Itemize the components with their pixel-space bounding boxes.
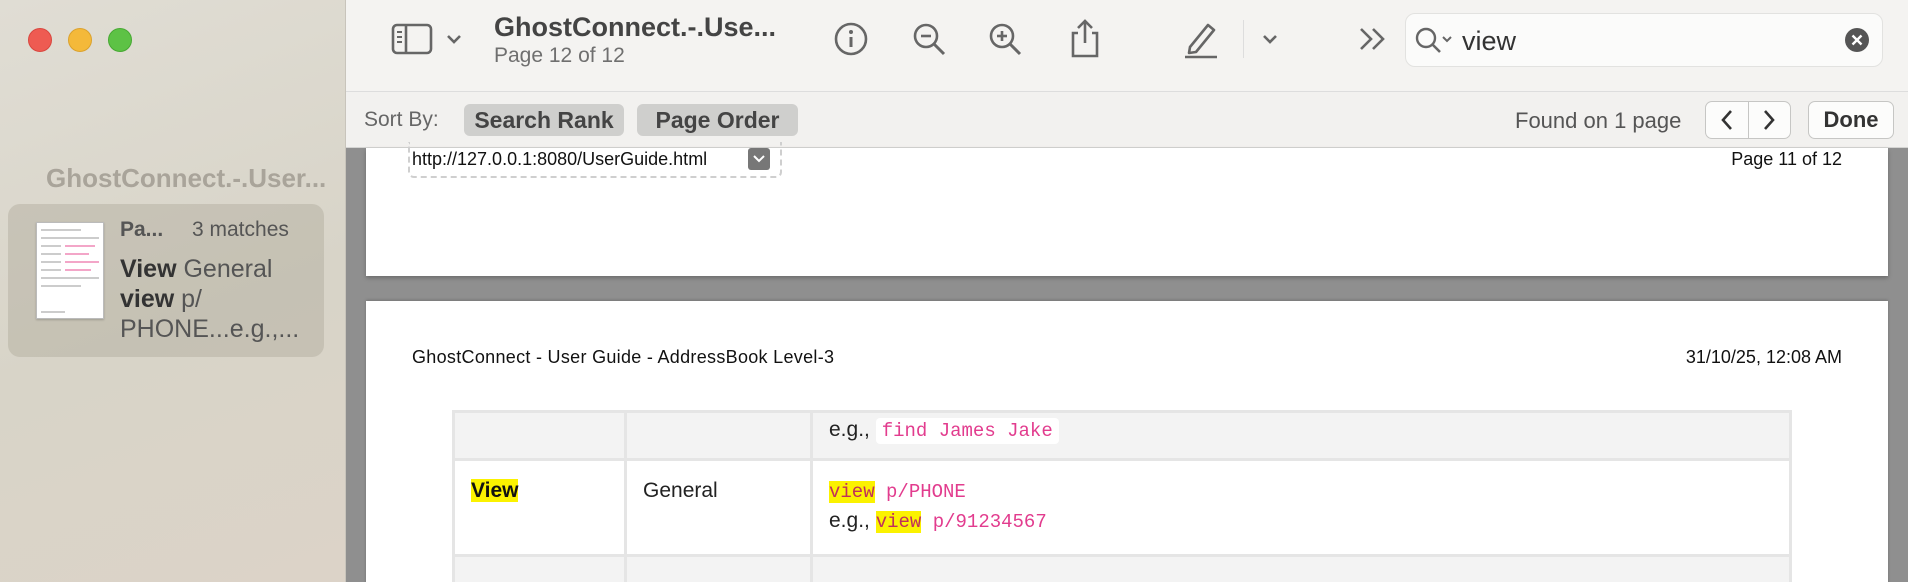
page-footer-number: Page 11 of 12 xyxy=(1731,149,1842,169)
more-toolbar-button[interactable] xyxy=(1356,18,1390,60)
zoom-in-button[interactable] xyxy=(984,18,1026,60)
pdf-page-11: http://127.0.0.1:8080/UserGuide.html Pag… xyxy=(366,142,1888,276)
info-button[interactable] xyxy=(830,18,872,60)
sidebar: GhostConnect.-.User... Pa... 3 matches V… xyxy=(0,0,346,582)
previous-result-button[interactable] xyxy=(1706,102,1748,138)
action-cell: View xyxy=(452,458,627,557)
clear-icon[interactable] xyxy=(1844,27,1870,53)
document-title: GhostConnect.-.Use... xyxy=(494,12,777,42)
zoom-out-button[interactable] xyxy=(908,18,950,60)
sidebar-icon xyxy=(391,23,433,55)
search-icon xyxy=(1415,27,1452,53)
chevron-left-icon xyxy=(1721,110,1732,130)
result-snippet: View General view p/ PHONE...e.g.,... xyxy=(120,255,300,343)
search-field[interactable]: view xyxy=(1405,13,1883,67)
next-result-button[interactable] xyxy=(1747,102,1791,138)
page-thumbnail xyxy=(36,222,104,319)
command-table: e.g., find James Jake View General view … xyxy=(452,410,1792,582)
format-cell: e.g., find James Jake xyxy=(810,410,1792,461)
markup-pen-icon xyxy=(1185,23,1217,59)
table-row xyxy=(452,554,1792,582)
toolbar-divider xyxy=(1243,20,1244,58)
url-dropdown-button[interactable] xyxy=(748,148,770,170)
info-icon xyxy=(834,22,868,56)
chevron-down-icon xyxy=(447,35,461,44)
search-highlight: view xyxy=(875,511,922,533)
search-highlight: view xyxy=(829,481,875,503)
share-icon xyxy=(1071,19,1099,58)
search-highlight: View xyxy=(471,479,519,502)
sidebar-options-button[interactable] xyxy=(442,18,466,60)
markup-button[interactable] xyxy=(1180,18,1222,60)
search-input[interactable]: view xyxy=(1462,26,1516,57)
page-header-title: GhostConnect - User Guide - AddressBook … xyxy=(412,347,835,367)
sort-search-rank-button[interactable]: Search Rank xyxy=(464,104,624,136)
table-row-view: View General view p/PHONE e.g., view p/9… xyxy=(452,458,1792,557)
page-footer-url[interactable]: http://127.0.0.1:8080/UserGuide.html xyxy=(412,149,707,170)
format-line: view p/PHONE xyxy=(829,481,966,503)
category-cell: General xyxy=(624,458,813,557)
sidebar-toggle-button[interactable] xyxy=(388,18,436,60)
sidebar-document-title: GhostConnect.-.User... xyxy=(46,163,327,193)
fullscreen-window-button[interactable] xyxy=(108,28,132,52)
minimize-window-button[interactable] xyxy=(68,28,92,52)
sort-by-label: Sort By: xyxy=(364,108,439,131)
result-nav-group xyxy=(1705,101,1791,139)
pdf-page-12: GhostConnect - User Guide - AddressBook … xyxy=(366,301,1888,582)
search-result-item[interactable]: Pa... 3 matches View General view p/ PHO… xyxy=(8,204,324,357)
share-button[interactable] xyxy=(1064,18,1106,60)
sort-page-order-button[interactable]: Page Order xyxy=(637,104,798,136)
done-button[interactable]: Done xyxy=(1808,101,1894,139)
zoom-out-icon xyxy=(913,23,946,56)
close-window-button[interactable] xyxy=(28,28,52,52)
chevron-right-icon xyxy=(1764,110,1775,130)
more-chevrons-icon xyxy=(1360,28,1385,50)
found-count-text: Found on 1 page xyxy=(1515,108,1682,133)
code-example: find James Jake xyxy=(875,418,1059,444)
format-cell: view p/PHONE e.g., view p/91234567 xyxy=(810,458,1792,557)
example-line: e.g., view p/91234567 xyxy=(829,509,1047,533)
zoom-in-icon xyxy=(989,23,1022,56)
toolbar: GhostConnect.-.Use... Page 12 of 12 view xyxy=(346,0,1908,92)
markup-options-button[interactable] xyxy=(1258,18,1282,60)
chevron-down-icon xyxy=(753,155,765,163)
page-indicator: Page 12 of 12 xyxy=(494,44,625,67)
chevron-down-icon xyxy=(1263,35,1277,44)
result-match-count: 3 matches xyxy=(192,218,289,241)
result-page-label: Pa... xyxy=(120,218,164,241)
table-row: e.g., find James Jake xyxy=(452,410,1792,461)
search-sort-bar: Sort By: Search Rank Page Order Found on… xyxy=(346,92,1908,148)
page-header-date: 31/10/25, 12:08 AM xyxy=(1685,347,1842,367)
